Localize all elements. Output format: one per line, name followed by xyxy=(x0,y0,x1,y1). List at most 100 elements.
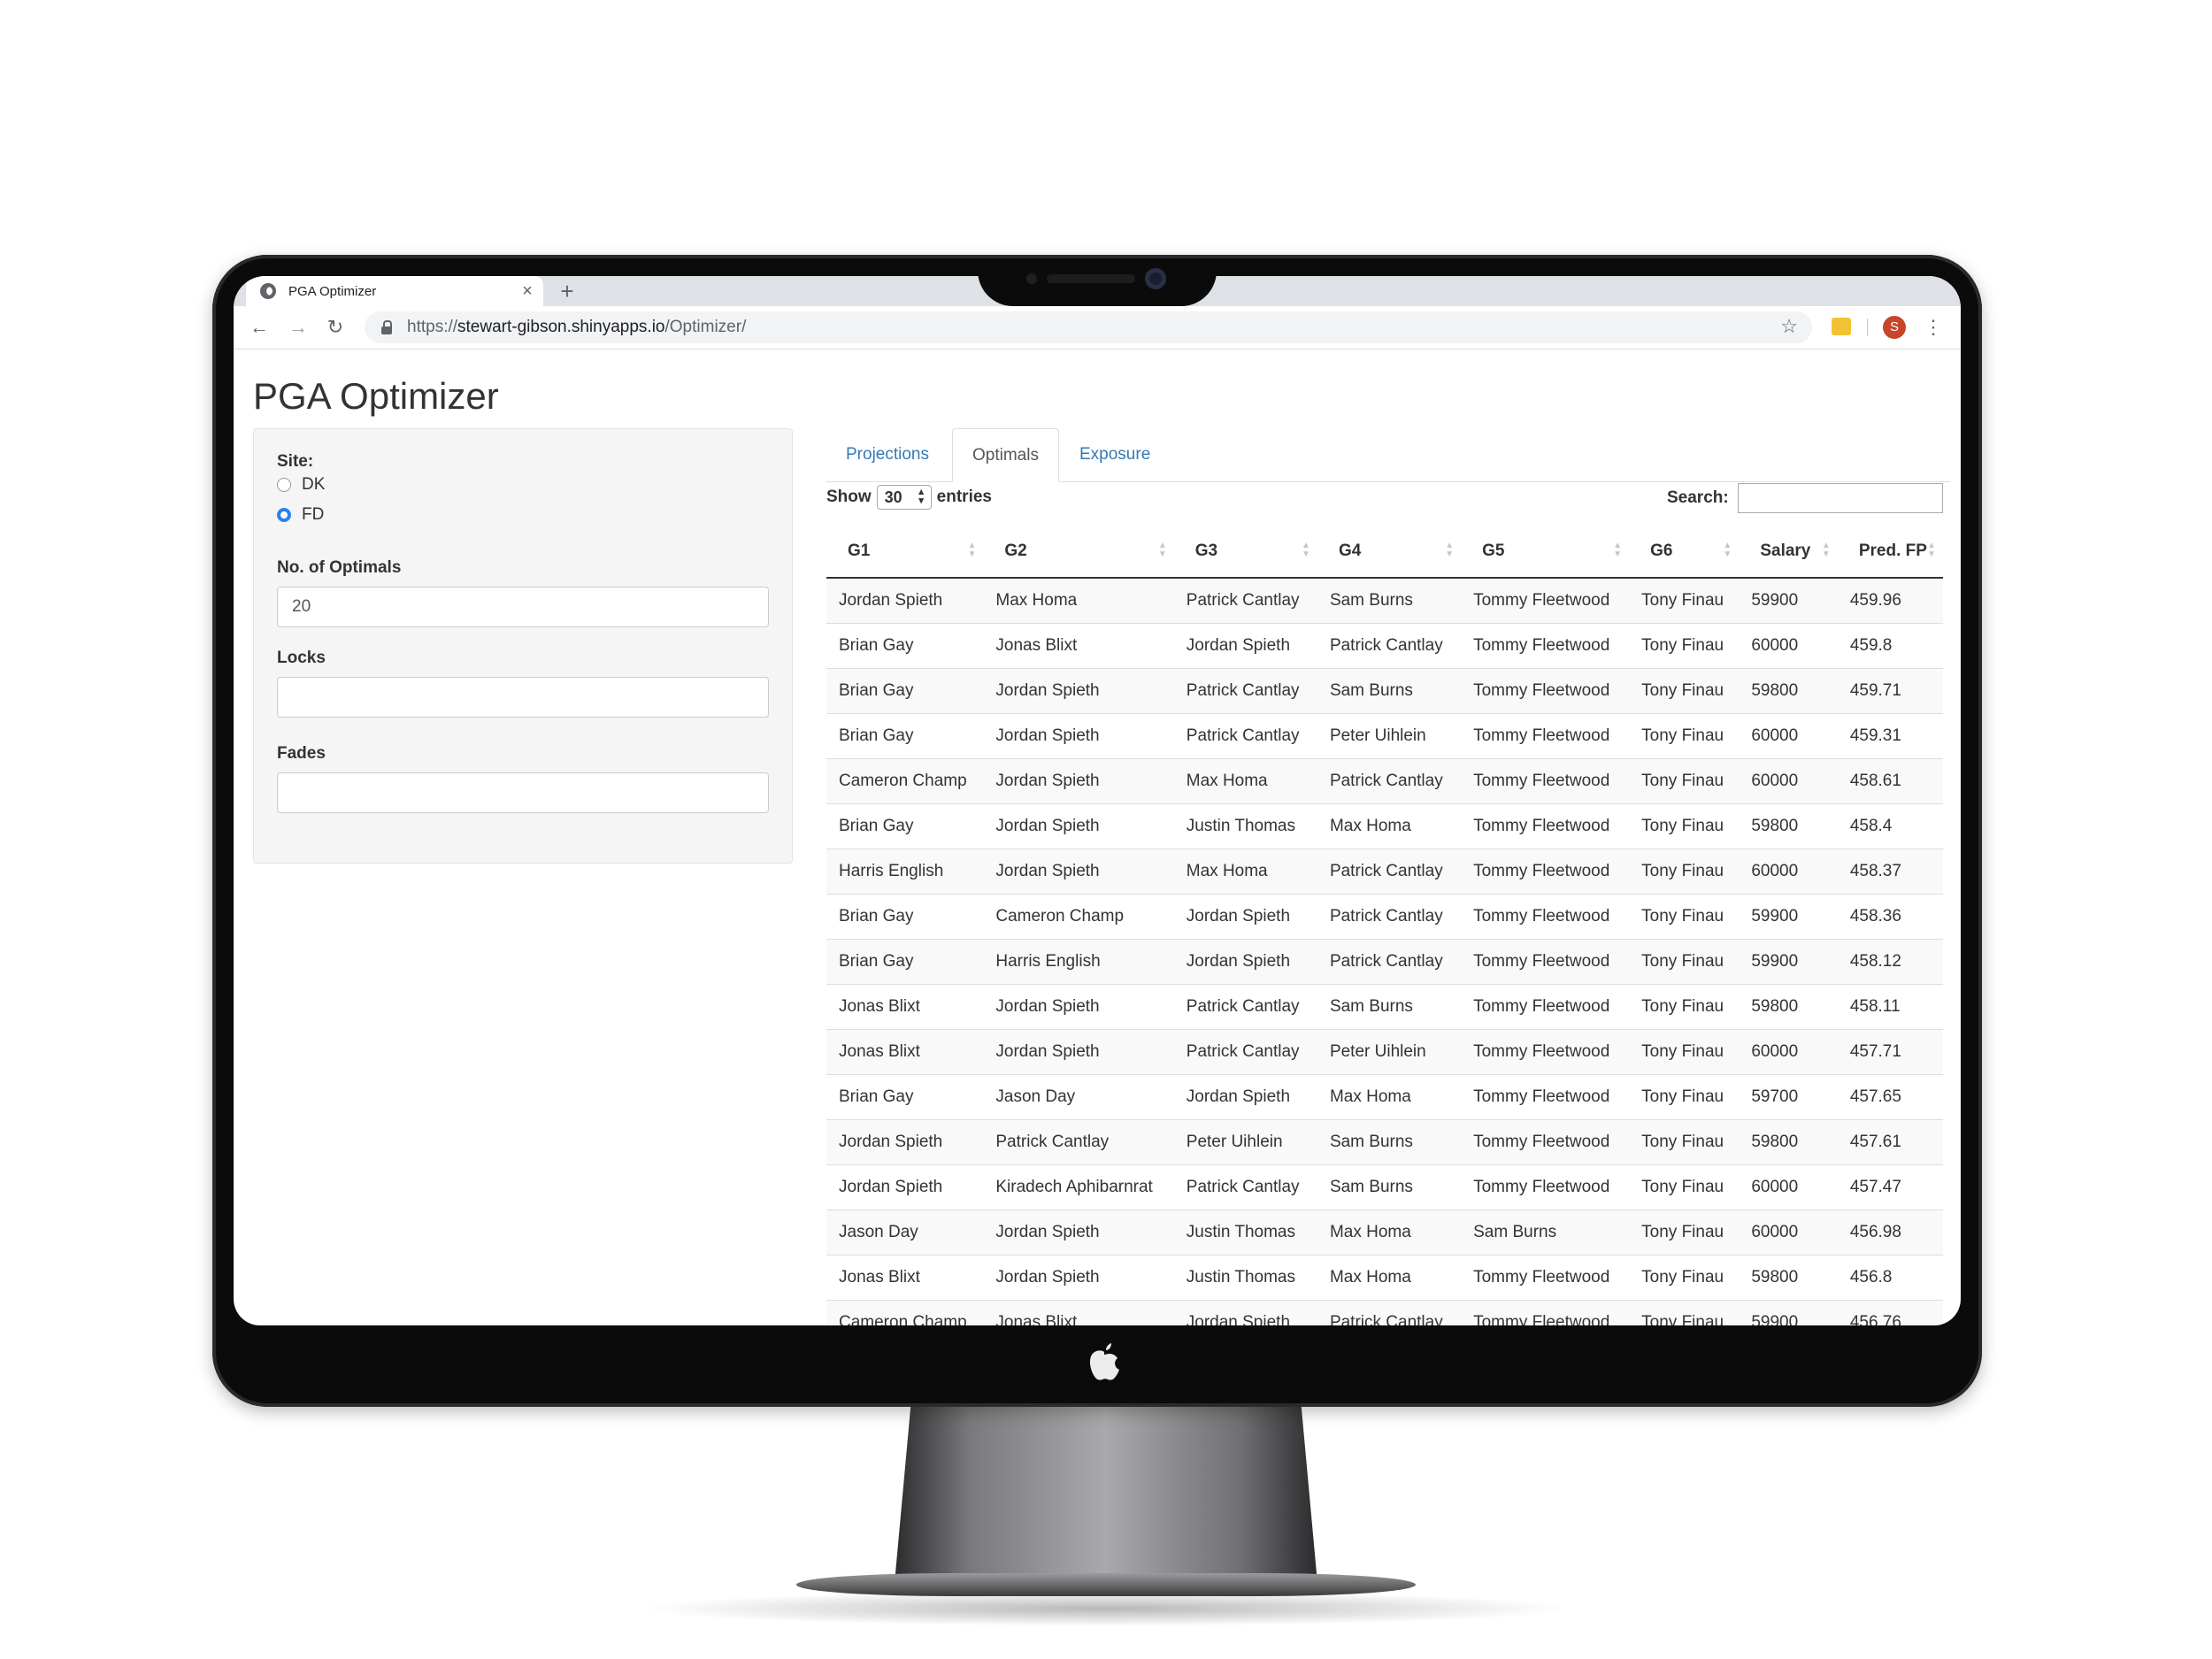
table-cell: Tommy Fleetwood xyxy=(1461,578,1630,624)
table-cell: Sam Burns xyxy=(1317,1164,1462,1210)
table-cell: 59700 xyxy=(1739,1074,1838,1120)
table-cell: Tony Finau xyxy=(1629,939,1740,985)
sort-icon[interactable]: ▲ ▼ xyxy=(1822,541,1831,559)
column-header[interactable]: G2 ▲ ▼ xyxy=(983,526,1174,579)
table-cell: Brian Gay xyxy=(826,939,984,985)
table-cell: Tommy Fleetwood xyxy=(1461,984,1630,1030)
table-cell: 459.96 xyxy=(1837,578,1943,624)
table-row[interactable]: Brian Gay Jordan Spieth Patrick Cantlay Sam… xyxy=(826,668,1943,714)
column-header[interactable]: Pred. FP ▲ ▼ xyxy=(1837,526,1943,579)
column-header[interactable]: G1 ▲ ▼ xyxy=(826,526,984,579)
kebab-menu-icon[interactable]: ⋮ xyxy=(1924,314,1943,341)
sensor-dot xyxy=(1026,273,1037,284)
table-row[interactable]: Jordan Spieth Patrick Cantlay Peter Uihlei… xyxy=(826,1119,1943,1165)
site-option-dk[interactable]: DK xyxy=(277,475,325,495)
table-cell: Sam Burns xyxy=(1317,578,1462,624)
url-path: /Optimizer/ xyxy=(664,318,747,336)
column-header[interactable]: Salary ▲ ▼ xyxy=(1739,526,1838,579)
table-cell: Tony Finau xyxy=(1629,1210,1740,1256)
address-bar[interactable]: https://stewart-gibson.shinyapps.io/Opti… xyxy=(365,311,1812,343)
table-row[interactable]: Brian Gay Jason Day Jordan Spieth Max Homa T… xyxy=(826,1074,1943,1120)
tab-projections[interactable]: Projections xyxy=(826,428,949,481)
search-label: Search: xyxy=(1667,488,1729,507)
sort-icon[interactable]: ▲ ▼ xyxy=(1445,541,1454,559)
column-header[interactable]: G6 ▲ ▼ xyxy=(1629,526,1740,579)
site-option-fd[interactable]: FD xyxy=(277,505,324,525)
table-cell: 59800 xyxy=(1739,1119,1838,1165)
tab-optimals[interactable]: Optimals xyxy=(952,428,1059,482)
table-cell: Sam Burns xyxy=(1317,668,1462,714)
radio-fd[interactable] xyxy=(277,508,291,522)
optimals-label: No. of Optimals xyxy=(277,558,402,577)
column-header[interactable]: G3 ▲ ▼ xyxy=(1173,526,1317,579)
table-cell: Max Homa xyxy=(1317,803,1462,849)
tab-exposure[interactable]: Exposure xyxy=(1060,428,1170,481)
table-cell: Jordan Spieth xyxy=(983,803,1174,849)
table-cell: Justin Thomas xyxy=(1173,1255,1317,1301)
table-row[interactable]: Jonas Blixt Jordan Spieth Patrick Cantlay S… xyxy=(826,984,1943,1030)
table-cell: Jonas Blixt xyxy=(826,1255,984,1301)
arrow-left-icon[interactable]: ← xyxy=(246,314,273,341)
table-cell: Max Homa xyxy=(983,578,1174,624)
table-cell: 59800 xyxy=(1739,984,1838,1030)
table-row[interactable]: Brian Gay Jordan Spieth Justin Thomas Max H… xyxy=(826,803,1943,849)
sort-icon[interactable]: ▲ ▼ xyxy=(1723,541,1732,559)
table-cell: 59900 xyxy=(1739,578,1838,624)
profile-avatar[interactable]: S xyxy=(1883,316,1906,339)
column-header-label: Pred. FP xyxy=(1858,541,1927,560)
arrow-right-icon[interactable]: → xyxy=(285,314,311,341)
table-cell: Patrick Cantlay xyxy=(1317,1300,1462,1325)
sort-icon[interactable]: ▲ ▼ xyxy=(1302,541,1310,559)
table-cell: 456.76 xyxy=(1837,1300,1943,1325)
table-cell: Jordan Spieth xyxy=(983,1029,1174,1075)
search-input[interactable] xyxy=(1737,483,1943,513)
column-header-label: G2 xyxy=(1004,541,1027,560)
table-cell: Patrick Cantlay xyxy=(1173,578,1317,624)
optimals-input[interactable]: 20 xyxy=(277,587,769,627)
table-cell: Jordan Spieth xyxy=(983,713,1174,759)
table-row[interactable]: Jason Day Jordan Spieth Justin Thomas Max H… xyxy=(826,1210,1943,1256)
table-cell: Max Homa xyxy=(1173,758,1317,804)
table-cell: Jason Day xyxy=(826,1210,984,1256)
column-header-label: G4 xyxy=(1338,541,1362,560)
reload-icon[interactable]: ↻ xyxy=(322,314,349,341)
browser-tab[interactable]: PGA Optimizer × xyxy=(246,276,543,306)
table-row[interactable]: Harris English Jordan Spieth Max Homa Patri… xyxy=(826,849,1943,895)
table-row[interactable]: Jordan Spieth Kiradech Aphibarnrat Patrick… xyxy=(826,1164,1943,1210)
close-icon[interactable]: × xyxy=(517,281,538,302)
table-cell: Peter Uihlein xyxy=(1173,1119,1317,1165)
table-row[interactable]: Cameron Champ Jonas Blixt Jordan Spieth Pat… xyxy=(826,1300,1943,1325)
table-row[interactable]: Jordan Spieth Max Homa Patrick Cantlay Sam … xyxy=(826,578,1943,624)
fades-input[interactable] xyxy=(277,772,769,813)
column-header[interactable]: G5 ▲ ▼ xyxy=(1461,526,1630,579)
camera-icon xyxy=(1145,268,1166,289)
sort-icon[interactable]: ▲ ▼ xyxy=(1158,541,1167,559)
table-row[interactable]: Brian Gay Harris English Jordan Spieth Patr… xyxy=(826,939,1943,985)
site-option-label: DK xyxy=(302,475,326,494)
star-icon[interactable]: ☆ xyxy=(1780,315,1798,338)
table-cell: Tommy Fleetwood xyxy=(1461,1074,1630,1120)
table-cell: Tommy Fleetwood xyxy=(1461,849,1630,895)
table-cell: Patrick Cantlay xyxy=(1173,713,1317,759)
table-row[interactable]: Brian Gay Jordan Spieth Patrick Cantlay Pet… xyxy=(826,713,1943,759)
table-cell: Max Homa xyxy=(1173,849,1317,895)
table-row[interactable]: Jonas Blixt Jordan Spieth Patrick Cantlay P… xyxy=(826,1029,1943,1075)
table-row[interactable]: Jonas Blixt Jordan Spieth Justin Thomas Max… xyxy=(826,1255,1943,1301)
table-row[interactable]: Brian Gay Cameron Champ Jordan Spieth Patri… xyxy=(826,894,1943,940)
radio-dk[interactable] xyxy=(277,478,291,492)
apple-logo-svg xyxy=(1089,1343,1119,1380)
new-tab-button[interactable]: + xyxy=(554,278,580,304)
table-cell: Tony Finau xyxy=(1629,1255,1740,1301)
table-row[interactable]: Cameron Champ Jordan Spieth Max Homa Patric… xyxy=(826,758,1943,804)
sort-icon[interactable]: ▲ ▼ xyxy=(1613,541,1622,559)
monitor-foot xyxy=(796,1573,1416,1596)
sort-icon[interactable]: ▲ ▼ xyxy=(967,541,976,559)
extension-icon[interactable] xyxy=(1832,318,1851,335)
browser-toolbar: ← → ↻ https://stewart-gibson.shinyapps.i… xyxy=(234,306,1961,349)
sort-icon[interactable]: ▲ ▼ xyxy=(1927,541,1936,559)
entries-select[interactable]: 30 xyxy=(876,485,932,510)
table-cell: 458.11 xyxy=(1837,984,1943,1030)
table-row[interactable]: Brian Gay Jonas Blixt Jordan Spieth Patrick… xyxy=(826,623,1943,669)
column-header[interactable]: G4 ▲ ▼ xyxy=(1317,526,1462,579)
locks-input[interactable] xyxy=(277,677,769,718)
